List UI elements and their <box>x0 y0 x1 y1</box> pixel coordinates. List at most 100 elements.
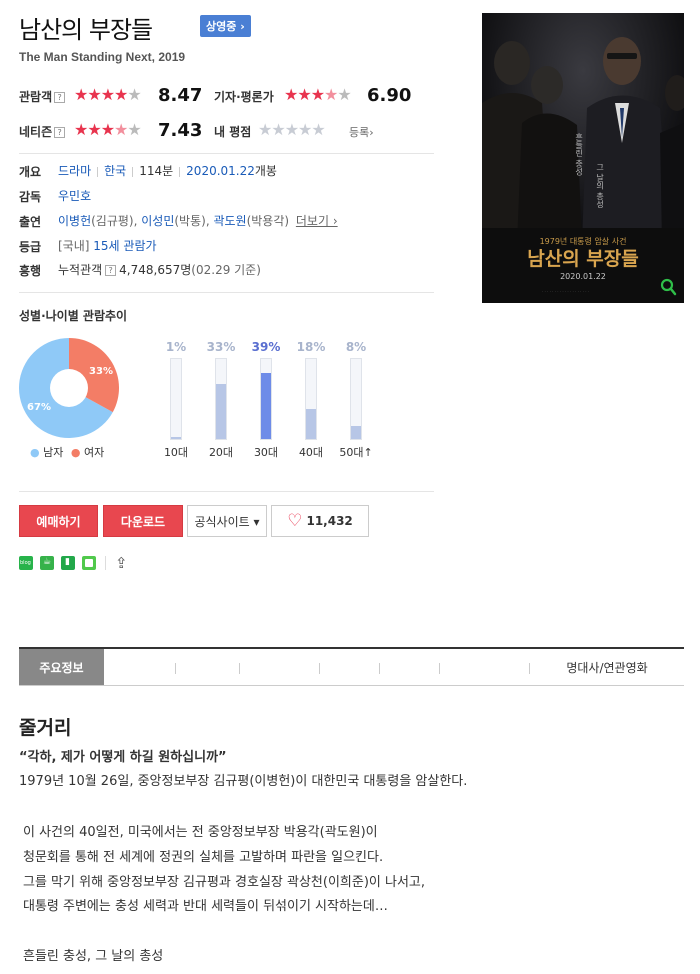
audience-rating-label: 관람객 <box>19 90 53 104</box>
legend-female: 여자 <box>83 446 105 459</box>
tab-item[interactable]: 주요정보 <box>19 649 104 685</box>
plot-quote: “각하, 제가 어떻게 하길 원하십니까” <box>19 750 227 765</box>
age-bar-track <box>170 358 182 440</box>
plot-line: 이 사건의 40일전, 미국에서는 전 중앙정보부장 박용각(곽도원)이 <box>23 825 378 840</box>
actor-link[interactable]: 이성민 <box>141 214 174 228</box>
download-button[interactable]: 다운로드 <box>103 505 183 537</box>
tab-item[interactable] <box>380 649 440 685</box>
grade-link[interactable]: 15세 관람가 <box>93 239 156 253</box>
runtime: 114분 <box>139 164 174 178</box>
actor-role: (김규평), <box>91 214 142 228</box>
cast-more-link[interactable]: 더보기 › <box>296 214 338 228</box>
female-pct-label: 33% <box>89 366 113 377</box>
plot-line: 그를 막기 위해 중앙정보부장 김규평과 경호실장 곽상천(이희준)이 나서고, <box>23 875 426 890</box>
age-label-text: 40대 <box>298 446 324 459</box>
age-pct-label: 18% <box>296 340 326 354</box>
age-up-arrow-icon: ↑ <box>363 446 373 459</box>
actor-role: (박용각) <box>246 214 290 228</box>
share-icon[interactable]: ⇪ <box>115 554 128 572</box>
poster-vertical-text: 흔들린 충성 <box>575 132 584 176</box>
audience-stars: ★★★★★ <box>74 85 142 104</box>
tab-item[interactable] <box>440 649 530 685</box>
netizen-score: 7.43 <box>158 120 203 141</box>
bookmark-share-icon[interactable]: ▮ <box>61 556 75 570</box>
age-pct-label: 8% <box>345 340 367 354</box>
box-office-label: 흥행 <box>19 264 42 278</box>
box-office-row: 누적관객? 4,748,657명(02.29 기준) <box>58 261 261 278</box>
grade-label: 등급 <box>19 240 42 254</box>
box-office-value: 4,748,657명 <box>119 263 192 277</box>
age-bar-track <box>260 358 272 440</box>
critic-rating-label: 기자·평론가 <box>214 90 274 104</box>
blog-share-icon[interactable]: blog <box>19 556 33 570</box>
age-label: 30대 <box>246 444 286 460</box>
plot-line: 청문회를 통해 전 세계에 정권의 실체를 고발하며 파란을 일으킨다. <box>23 850 384 865</box>
netizen-rating-label: 네티즌 <box>19 125 53 139</box>
age-label-text: 50대 <box>339 446 364 459</box>
heart-icon: ♡ <box>287 511 303 531</box>
age-pct-label: 33% <box>206 340 236 354</box>
legend-dot-male: ● <box>30 446 40 459</box>
reserve-button[interactable]: 예매하기 <box>19 505 98 537</box>
country-link[interactable]: 한국 <box>104 164 126 178</box>
help-icon[interactable]: ? <box>105 265 117 276</box>
netizen-rating: 네티즌? <box>19 123 66 140</box>
like-button[interactable]: ♡ 11,432 <box>271 505 369 537</box>
like-count: 11,432 <box>306 514 353 528</box>
tab-item[interactable]: 명대사/연관영화 <box>530 649 684 685</box>
poster-vertical-text: 그 날의 총성 <box>595 163 604 208</box>
poster-date: 2020.01.22 <box>560 272 606 281</box>
cast-row: 이병헌(김규평), 이성민(박통), 곽도원(박용각) 더보기 › <box>58 212 338 229</box>
my-rating-label: 내 평점 <box>214 125 252 139</box>
gender-legend: ● 남자 ● 여자 <box>30 444 104 460</box>
poster-tagline: 1979년 대통령 암살 사건 <box>540 236 627 246</box>
plot-line: 1979년 10월 26일, 중앙정보부장 김규평(이병헌)이 대한민국 대통령… <box>19 774 468 789</box>
release-suffix: 개봉 <box>254 164 277 178</box>
tab-item[interactable] <box>240 649 320 685</box>
netizen-stars: ★★★★★ <box>74 120 142 139</box>
age-label-text: 10대 <box>163 446 189 459</box>
my-rating-stars[interactable]: ★★★★★ <box>258 122 326 138</box>
official-site-dropdown[interactable]: 공식사이트 ▾ <box>187 505 267 537</box>
age-bar-track <box>350 358 362 440</box>
actor-link[interactable]: 곽도원 <box>213 214 246 228</box>
grade-row: [국내] 15세 관람가 <box>58 237 157 254</box>
cafe-share-icon[interactable]: ☕ <box>40 556 54 570</box>
director-link[interactable]: 우민호 <box>58 187 91 204</box>
tab-item[interactable] <box>104 649 176 685</box>
genre-link[interactable]: 드라마 <box>58 164 91 178</box>
age-pct-label: 1% <box>165 340 187 354</box>
age-label: 50대↑ <box>336 444 376 460</box>
tab-item[interactable] <box>320 649 380 685</box>
help-icon[interactable]: ? <box>54 127 66 138</box>
director-label: 감독 <box>19 190 42 204</box>
age-bar <box>306 409 316 439</box>
age-bar <box>351 426 361 439</box>
box-office-date: (02.29 기준) <box>191 263 261 277</box>
help-icon[interactable]: ? <box>54 92 66 103</box>
age-label: 20대 <box>201 444 241 460</box>
legend-male: 남자 <box>43 446 64 459</box>
tab-item[interactable] <box>176 649 240 685</box>
age-label: 10대 <box>156 444 196 460</box>
actor-link[interactable]: 이병헌 <box>58 214 91 228</box>
plot-line: 대통령 주변에는 충성 세력과 반대 세력들이 뒤섞이기 시작하는데… <box>23 899 388 914</box>
tab-bar: 주요정보 명대사/연관영화 <box>19 647 684 686</box>
poster-title: 남산의 부장들 <box>527 248 639 270</box>
grade-region: [국내] <box>58 239 90 253</box>
age-bar <box>216 384 226 439</box>
register-rating-link[interactable]: 등록› <box>349 124 374 140</box>
summary-label: 개요 <box>19 165 42 179</box>
audience-score: 8.47 <box>158 85 203 106</box>
age-bar <box>171 437 181 439</box>
age-label-text: 20대 <box>208 446 234 459</box>
movie-poster[interactable]: 1979년 대통령 암살 사건 남산의 부장들 2020.01.22 · · ·… <box>482 13 684 303</box>
critic-stars: ★★★★★ <box>284 85 352 104</box>
release-date-link[interactable]: 2020.01.22 <box>186 164 255 178</box>
status-badge[interactable]: 상영중 › <box>200 15 251 37</box>
critic-score: 6.90 <box>367 85 412 106</box>
age-label-text: 30대 <box>253 446 279 459</box>
band-share-icon[interactable] <box>82 556 96 570</box>
audience-trend-title: 성별·나이별 관람추이 <box>19 309 128 323</box>
movie-title: 남산의 부장들 <box>19 16 153 44</box>
